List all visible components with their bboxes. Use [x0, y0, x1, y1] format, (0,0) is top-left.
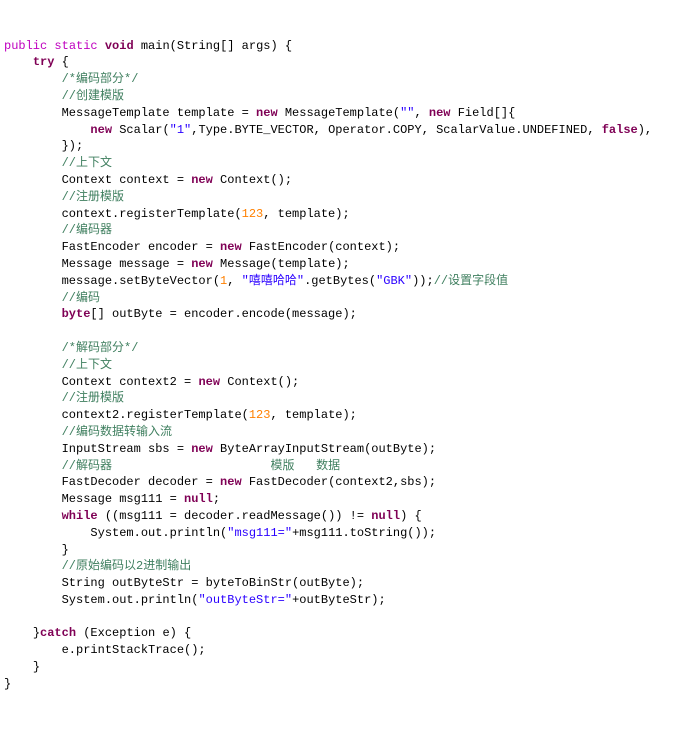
- code: ByteArrayInputStream(outByte);: [213, 442, 436, 456]
- code: ,: [414, 106, 428, 120]
- code: (Exception e) {: [76, 626, 191, 640]
- comment: //注册模版: [62, 190, 124, 204]
- kw-new: new: [191, 442, 213, 456]
- code: +outByteStr);: [292, 593, 386, 607]
- string: "msg111=": [227, 526, 292, 540]
- code: Context context2 =: [62, 375, 199, 389]
- number: 123: [249, 408, 271, 422]
- kw-catch: catch: [40, 626, 76, 640]
- code: Message message =: [62, 257, 192, 271]
- string: "outByteStr=": [198, 593, 292, 607]
- comment: //注册模版: [62, 391, 124, 405]
- brace: }: [33, 660, 40, 674]
- code: MessageTemplate template =: [62, 106, 256, 120]
- comment: //原始编码以2进制输出: [62, 559, 192, 573]
- comment: //创建模版: [62, 89, 124, 103]
- comment: 模版: [270, 459, 294, 473]
- kw-null: null: [184, 492, 213, 506]
- comment: //上下文: [62, 156, 112, 170]
- code: , template);: [263, 207, 349, 221]
- comment: //编码数据转输入流: [62, 425, 172, 439]
- kw-static: static: [54, 39, 97, 53]
- string: "GBK": [376, 274, 412, 288]
- kw-new: new: [191, 257, 213, 271]
- code: Scalar(: [112, 123, 170, 137]
- code-block: public static void main(String[] args) {…: [4, 38, 688, 693]
- string: "1": [170, 123, 192, 137]
- code: , template);: [270, 408, 356, 422]
- code: Context();: [213, 173, 292, 187]
- kw-new: new: [90, 123, 112, 137]
- string: "嘻嘻哈哈": [242, 274, 304, 288]
- kw-new: new: [256, 106, 278, 120]
- code: context2.registerTemplate(: [62, 408, 249, 422]
- code: FastEncoder encoder =: [62, 240, 220, 254]
- kw-byte: byte: [62, 307, 91, 321]
- comment: //编码器: [62, 223, 112, 237]
- comment: //编码: [62, 291, 100, 305]
- code: Message(template);: [213, 257, 350, 271]
- kw-while: while: [62, 509, 98, 523]
- kw-new: new: [220, 475, 242, 489]
- code: System.out.println(: [62, 593, 199, 607]
- comment: //设置字段值: [434, 274, 508, 288]
- brace: }: [4, 677, 11, 691]
- brace: {: [54, 55, 68, 69]
- code: FastDecoder decoder =: [62, 475, 220, 489]
- comment: //上下文: [62, 358, 112, 372]
- brace: }: [33, 626, 40, 640]
- kw-void: void: [105, 39, 134, 53]
- number: 123: [242, 207, 264, 221]
- code: Field[]{: [451, 106, 516, 120]
- code: FastEncoder(context);: [242, 240, 400, 254]
- code: ,: [227, 274, 241, 288]
- code: System.out.println(: [90, 526, 227, 540]
- code: .getBytes(: [304, 274, 376, 288]
- code: ),: [638, 123, 652, 137]
- code: ) {: [400, 509, 422, 523]
- code: MessageTemplate(: [278, 106, 400, 120]
- code: });: [62, 139, 84, 153]
- code: String outByteStr = byteToBinStr(outByte…: [62, 576, 364, 590]
- kw-new: new: [429, 106, 451, 120]
- kw-null: null: [371, 509, 400, 523]
- comment: /*编码部分*/: [62, 72, 139, 86]
- kw-new: new: [198, 375, 220, 389]
- comment: /*解码部分*/: [62, 341, 139, 355]
- code: context.registerTemplate(: [62, 207, 242, 221]
- kw-new: new: [220, 240, 242, 254]
- code: message.setByteVector(: [62, 274, 220, 288]
- sig: main(String[] args) {: [134, 39, 292, 53]
- brace: }: [62, 543, 69, 557]
- code: ,Type.BYTE_VECTOR, Operator.COPY, Scalar…: [191, 123, 601, 137]
- code: Message msg111 =: [62, 492, 184, 506]
- code: InputStream sbs =: [62, 442, 192, 456]
- code: [] outByte = encoder.encode(message);: [90, 307, 356, 321]
- code: Context();: [220, 375, 299, 389]
- code: ));: [412, 274, 434, 288]
- comment: 数据: [316, 459, 340, 473]
- code: +msg111.toString());: [292, 526, 436, 540]
- code: ;: [213, 492, 220, 506]
- comment: //解码器: [62, 459, 112, 473]
- code: FastDecoder(context2,sbs);: [242, 475, 436, 489]
- code: e.printStackTrace();: [62, 643, 206, 657]
- string: "": [400, 106, 414, 120]
- kw-new: new: [191, 173, 213, 187]
- kw-public: public: [4, 39, 47, 53]
- kw-false: false: [602, 123, 638, 137]
- code: Context context =: [62, 173, 192, 187]
- code: ((msg111 = decoder.readMessage()) !=: [98, 509, 372, 523]
- kw-try: try: [33, 55, 55, 69]
